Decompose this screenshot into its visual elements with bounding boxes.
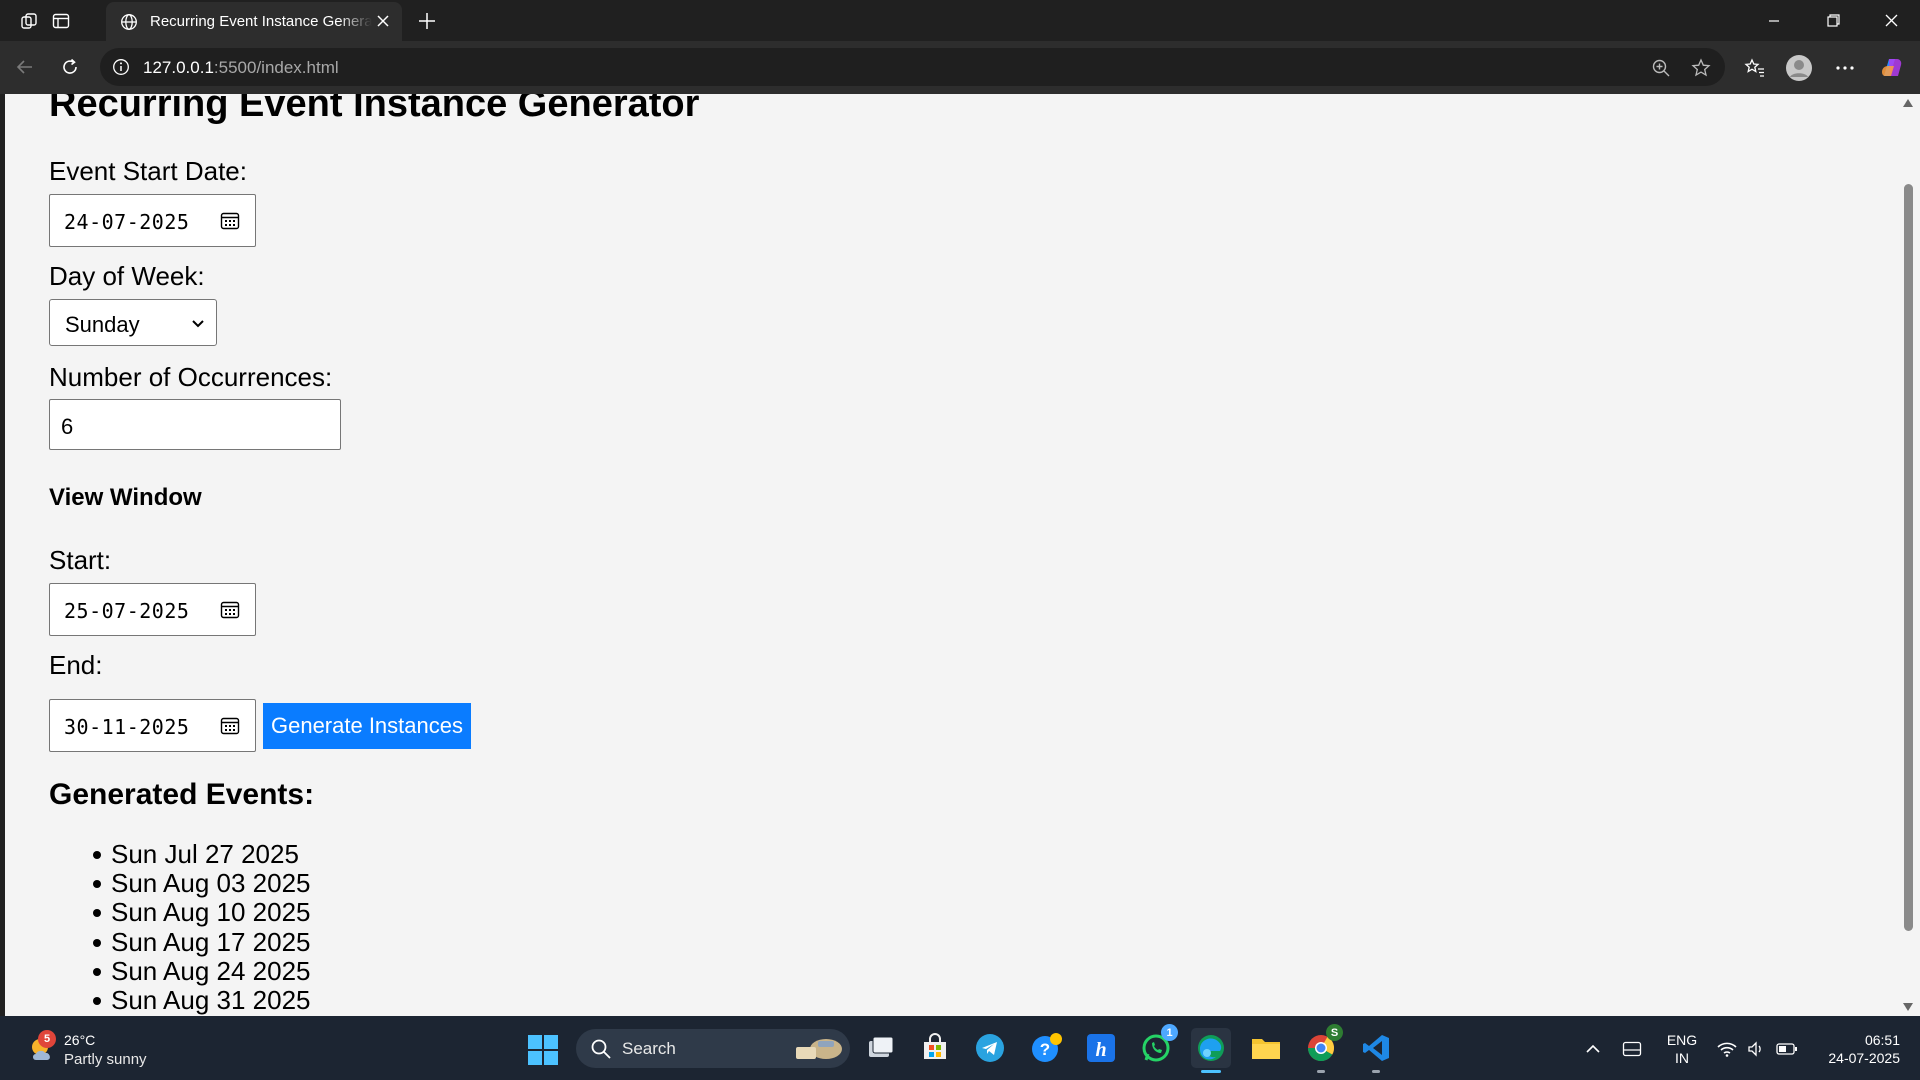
window-start-value: 25-07-2025 [64,599,190,623]
list-item: Sun Aug 03 2025 [49,868,311,898]
generate-instances-button[interactable]: Generate Instances [263,703,471,749]
vertical-tabs-icon[interactable] [48,8,74,34]
windows-start-icon[interactable] [527,1034,559,1066]
globe-icon [118,11,140,33]
search-icon [591,1039,611,1059]
favorites-icon[interactable] [1739,52,1771,84]
search-highlight-art-icon [796,1039,842,1059]
calendar-icon[interactable] [219,599,241,621]
chrome-icon[interactable]: S [1301,1024,1343,1073]
running-app-indicator [1317,1070,1325,1073]
restore-button[interactable] [1804,0,1862,41]
browser-toolbar: 127.0.0.1:5500/index.html [0,41,1920,94]
list-item: Sun Aug 31 2025 [49,985,311,1015]
address-bar[interactable]: 127.0.0.1:5500/index.html [100,48,1725,86]
workspaces-icon[interactable] [17,8,43,34]
page-scrollbar[interactable] [1896,94,1920,1016]
window-end-label: End: [49,650,103,680]
tab-title: Recurring Event Instance Generator [150,13,372,30]
more-options-icon[interactable] [1829,52,1861,84]
scroll-down-arrow-icon[interactable] [1903,1003,1913,1011]
clock-date: 24-07-2025 [1828,1050,1900,1066]
touch-keyboard-icon[interactable] [1621,1038,1643,1060]
new-tab-button[interactable] [412,6,442,36]
generated-events-list: Sun Jul 27 2025 Sun Aug 03 2025 Sun Aug … [49,839,311,1015]
lang-code: ENG [1666,1032,1698,1048]
window-start-label: Start: [49,545,112,575]
taskbar-search[interactable]: Search [576,1029,850,1068]
whatsapp-badge: 1 [1161,1024,1178,1041]
occurrences-input[interactable]: 6 [49,399,341,450]
telegram-icon[interactable] [970,1028,1010,1068]
file-explorer-icon[interactable] [1246,1028,1286,1068]
copilot-icon[interactable] [1876,52,1908,84]
search-label: Search [622,1039,676,1058]
window-start-input[interactable]: 25-07-2025 [49,583,256,636]
clock-time: 06:51 [1864,1032,1900,1048]
weather-badge: 5 [38,1030,56,1048]
help-icon[interactable]: ? [1026,1028,1066,1068]
site-info-icon[interactable] [110,56,132,78]
url-path: :5500/index.html [213,58,339,77]
url-text[interactable]: 127.0.0.1:5500/index.html [143,58,339,78]
day-of-week-value: Sunday [65,312,140,337]
whatsapp-icon[interactable]: 1 [1136,1024,1178,1068]
active-app-indicator [1201,1070,1221,1073]
input-language-indicator[interactable]: ENG IN [1664,1031,1700,1067]
volume-icon[interactable] [1745,1038,1767,1060]
show-hidden-icons-chevron-icon[interactable] [1582,1038,1604,1060]
occurrences-value: 6 [61,414,74,439]
chevron-down-icon [192,320,204,328]
event-start-date-value: 24-07-2025 [64,210,190,234]
day-of-week-select[interactable]: Sunday [49,299,217,346]
task-view-icon[interactable] [861,1028,901,1068]
list-item: Sun Aug 24 2025 [49,956,311,986]
occurrences-label: Number of Occurrences: [49,362,333,392]
chrome-profile-badge: S [1326,1024,1343,1041]
scroll-up-arrow-icon[interactable] [1903,99,1913,107]
view-window-heading: View Window [49,484,202,511]
list-item: Sun Aug 10 2025 [49,897,311,927]
microsoft-store-icon[interactable] [915,1028,955,1068]
profile-avatar[interactable] [1783,52,1815,84]
browser-tab-bar: Recurring Event Instance Generator [0,0,1920,41]
favorite-star-icon[interactable] [1689,56,1713,80]
generated-events-heading: Generated Events: [49,778,315,811]
weather-widget[interactable]: 5 26°C Partly sunny [24,1030,194,1070]
h-app-icon[interactable]: h [1081,1028,1121,1068]
day-of-week-label: Day of Week: [49,261,205,291]
list-item: Sun Aug 17 2025 [49,927,311,957]
back-button[interactable] [10,52,40,82]
battery-icon[interactable] [1776,1038,1798,1060]
windows-taskbar: 5 26°C Partly sunny Search ? h 1 S ENG I… [0,1016,1920,1080]
window-end-input[interactable]: 30-11-2025 [49,699,256,752]
tab-active[interactable]: Recurring Event Instance Generator [106,2,402,41]
edge-browser-icon[interactable] [1191,1028,1231,1073]
event-start-date-input[interactable]: 24-07-2025 [49,194,256,247]
calendar-icon[interactable] [219,715,241,737]
system-clock[interactable]: 06:51 24-07-2025 [1812,1031,1900,1067]
svg-text:h: h [1095,1039,1106,1061]
url-host: 127.0.0.1 [143,58,214,77]
list-item: Sun Jul 27 2025 [49,839,311,869]
window-end-value: 30-11-2025 [64,715,190,739]
svg-text:?: ? [1040,1040,1050,1059]
lang-region: IN [1675,1050,1689,1066]
weather-temperature: 26°C [64,1032,96,1048]
wifi-icon[interactable] [1716,1038,1738,1060]
refresh-button[interactable] [55,52,85,82]
close-window-button[interactable] [1862,0,1920,41]
page-viewport: Recurring Event Instance Generator Event… [5,94,1896,1016]
close-tab-icon[interactable] [372,10,394,32]
page-title: Recurring Event Instance Generator [49,94,700,125]
running-app-indicator [1372,1070,1380,1073]
weather-condition: Partly sunny [64,1051,147,1068]
event-start-date-label: Event Start Date: [49,156,247,186]
calendar-icon[interactable] [219,210,241,232]
vscode-icon[interactable] [1356,1028,1396,1073]
minimize-button[interactable] [1745,0,1803,41]
scrollbar-thumb[interactable] [1904,184,1913,931]
zoom-icon[interactable] [1649,56,1673,80]
